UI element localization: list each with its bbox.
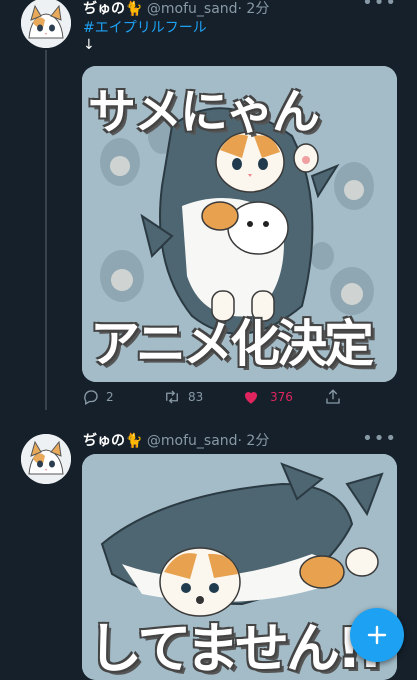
- author-handle[interactable]: @mofu_sand: [147, 1, 238, 17]
- tweet-time: · 2分: [237, 433, 270, 449]
- author-name[interactable]: ぢゅの🐈: [83, 1, 142, 17]
- retweet-icon: [166, 390, 178, 404]
- like-button[interactable]: 376: [242, 388, 293, 406]
- author-name[interactable]: ぢゅの🐈: [83, 433, 142, 449]
- more-options-button[interactable]: •••: [362, 428, 397, 449]
- thread-connector: [45, 50, 47, 410]
- image-caption-top: サメにゃん: [88, 84, 320, 140]
- heart-icon: [244, 391, 258, 404]
- reply-button[interactable]: 2: [82, 388, 114, 406]
- tweet-actions: 2 83 376: [82, 388, 402, 412]
- tweet-header: ぢゅの🐈 @mofu_sand· 2分: [83, 430, 269, 450]
- compose-plus-icon: [367, 625, 387, 645]
- reply-count: 2: [106, 390, 114, 404]
- like-count: 376: [270, 390, 293, 404]
- image-caption-bottom: してません!!: [88, 617, 383, 680]
- author-handle[interactable]: @mofu_sand: [147, 433, 238, 449]
- image-caption-bottom: アニメ化決定: [90, 315, 374, 373]
- more-options-button[interactable]: •••: [362, 0, 397, 13]
- tweet-image[interactable]: してません!!: [82, 454, 397, 680]
- share-button[interactable]: [324, 388, 342, 406]
- reply-icon: [84, 390, 98, 405]
- tweet-image[interactable]: サメにゃん アニメ化決定: [82, 66, 397, 382]
- retweet-count: 83: [188, 390, 204, 404]
- avatar[interactable]: [21, 434, 71, 484]
- tweet-header: ぢゅの🐈 @mofu_sand· 2分: [83, 0, 269, 18]
- hashtag-link[interactable]: #エイプリルフール: [83, 17, 207, 37]
- retweet-button[interactable]: 83: [162, 388, 203, 406]
- tweet-time: · 2分: [237, 1, 270, 17]
- avatar[interactable]: [21, 0, 71, 48]
- compose-tweet-button[interactable]: [350, 608, 404, 662]
- share-icon: [326, 389, 340, 404]
- tweet-text: ↓: [83, 37, 95, 53]
